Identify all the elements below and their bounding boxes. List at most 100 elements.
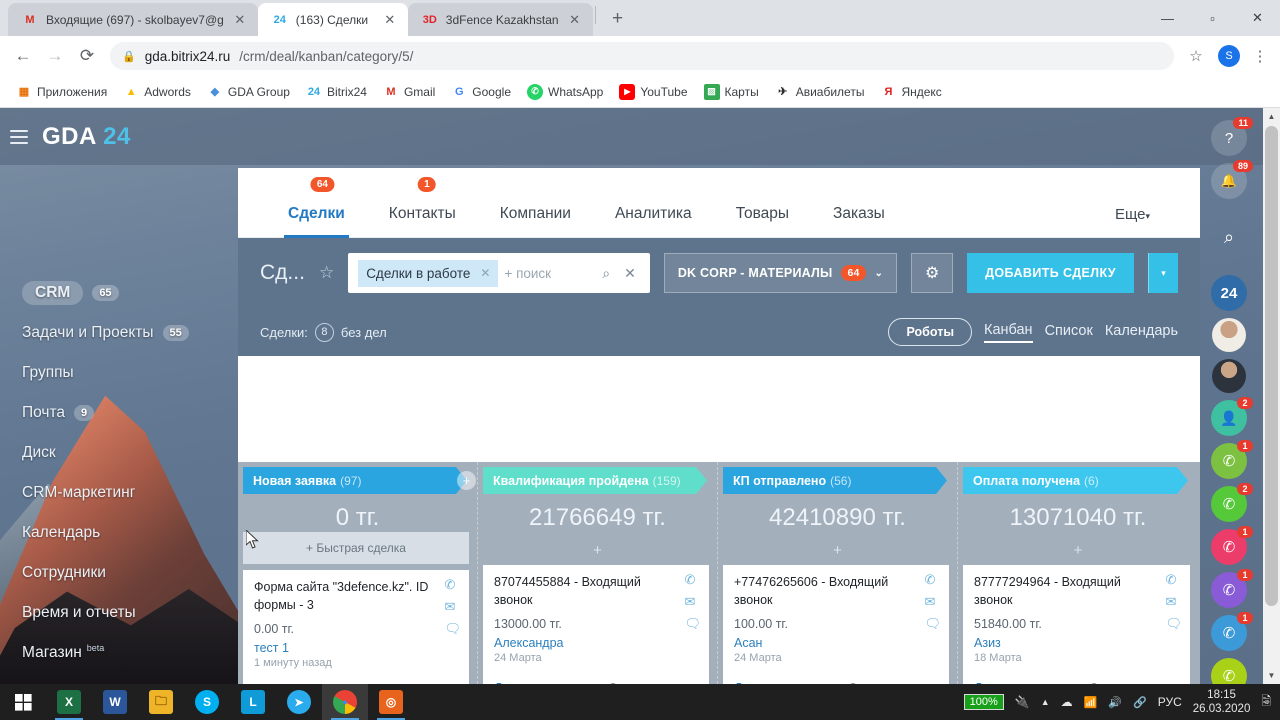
tray-clock[interactable]: 18:15 26.03.2020	[1193, 688, 1251, 717]
scroll-down-arrow-icon[interactable]: ▼	[1263, 667, 1280, 684]
close-icon[interactable]: ✕	[232, 12, 248, 28]
add-deal-dropdown-icon[interactable]: ▾	[1148, 253, 1178, 293]
bookmark-maps[interactable]: ▨ Карты	[698, 81, 765, 103]
tab-deals[interactable]: 64 Сделки	[266, 177, 367, 238]
taskbar-telegram[interactable]: ➤	[276, 684, 322, 720]
windows-start-icon[interactable]	[0, 684, 46, 720]
taskbar-screen-recorder[interactable]: ◎	[368, 684, 414, 720]
email-icon[interactable]: ✉	[444, 600, 461, 613]
phone-icon[interactable]: ✆	[684, 573, 701, 586]
contact-avatar-2[interactable]	[1212, 359, 1246, 393]
tab-companies[interactable]: Компании	[478, 205, 593, 237]
deal-card[interactable]: ✆ ✉ 🗨 87074455884 - Входящий звонок 1300…	[483, 565, 709, 684]
maximize-button[interactable]: ▫	[1190, 0, 1235, 36]
robots-button[interactable]: Роботы	[888, 318, 972, 346]
minimize-button[interactable]: —	[1145, 0, 1190, 36]
phone-icon[interactable]: ✆	[924, 573, 941, 586]
call-icon-3[interactable]: ✆ 1	[1211, 526, 1253, 565]
filter-chip[interactable]: Сделки в работе ✕	[358, 259, 499, 287]
tab-analytics[interactable]: Аналитика	[593, 205, 714, 237]
sidebar-item-crm-marketing[interactable]: CRM-маркетинг	[0, 473, 238, 513]
bookmark-aviabilety[interactable]: ✈ Авиабилеты	[769, 81, 871, 103]
comment-icon[interactable]: 🗨	[924, 617, 941, 630]
sidebar-item-shop[interactable]: Магазин beta	[0, 633, 238, 673]
deal-card[interactable]: ✆ ✉ 🗨 87777294964 - Входящий звонок 5184…	[963, 565, 1190, 684]
view-calendar[interactable]: Календарь	[1105, 323, 1178, 342]
bookmark-youtube[interactable]: ▶ YouTube	[613, 81, 693, 103]
sidebar-item-time-reports[interactable]: Время и отчеты	[0, 593, 238, 633]
phone-icon[interactable]: ✆	[1165, 573, 1182, 586]
sidebar-item-crm[interactable]: CRM 65	[0, 273, 238, 313]
taskbar-file-explorer[interactable]: 🗀	[138, 684, 184, 720]
scrollbar-thumb[interactable]	[1265, 126, 1278, 606]
email-icon[interactable]: ✉	[684, 595, 701, 608]
deal-card[interactable]: ✆ ✉ 🗨 Форма сайта "3defence.kz". ID форм…	[243, 570, 469, 684]
bookmark-yandex[interactable]: Я Яндекс	[874, 81, 947, 103]
star-icon[interactable]: ☆	[319, 263, 334, 283]
phone-icon[interactable]: ✆	[444, 578, 461, 591]
filter-search-box[interactable]: Сделки в работе ✕ + поиск ⌕ ✕	[348, 253, 650, 293]
search-icon[interactable]: ⌕	[1211, 219, 1247, 255]
call-icon-6[interactable]: ✆	[1211, 658, 1247, 684]
taskbar-excel[interactable]: X	[46, 684, 92, 720]
help-icon[interactable]: ? 11	[1211, 117, 1253, 156]
browser-tab[interactable]: 24 (163) Сделки ✕	[257, 3, 408, 36]
add-stage-icon[interactable]: +	[457, 471, 476, 490]
comment-icon[interactable]: 🗨	[444, 622, 461, 635]
add-card-button[interactable]: +	[958, 532, 1198, 565]
sidebar-item-sites[interactable]: Сайты	[0, 673, 238, 684]
add-card-button[interactable]: +	[718, 532, 957, 565]
close-window-button[interactable]: ✕	[1235, 0, 1280, 36]
deal-card[interactable]: ✆ ✉ 🗨 +77476265606 - Входящий звонок 100…	[723, 565, 949, 684]
view-list[interactable]: Список	[1045, 323, 1093, 342]
sidebar-item-tasks[interactable]: Задачи и Проекты 55	[0, 313, 238, 353]
column-header[interactable]: Квалификация пройдена (159)	[483, 467, 707, 494]
bookmark-gmail[interactable]: M Gmail	[377, 81, 441, 103]
kebab-menu-icon[interactable]: ⋮	[1248, 42, 1272, 70]
taskbar-chrome[interactable]: ●	[322, 684, 368, 720]
reload-icon[interactable]: ⟳	[72, 41, 102, 71]
sidebar-item-disk[interactable]: Диск	[0, 433, 238, 473]
notifications-bell-icon[interactable]: 🔔 89	[1211, 160, 1253, 199]
bookmark-google[interactable]: G Google	[445, 81, 517, 103]
tab-orders[interactable]: Заказы	[811, 205, 907, 237]
power-plug-icon[interactable]: 🔌	[1015, 695, 1030, 709]
notification-center-icon[interactable]: 🗟	[1261, 692, 1271, 713]
call-icon-5[interactable]: ✆ 1	[1211, 612, 1253, 651]
filter-search-input[interactable]: + поиск	[504, 266, 592, 281]
back-icon[interactable]: ←	[8, 41, 38, 71]
bitrix24-icon[interactable]: 24	[1211, 275, 1247, 311]
scroll-up-arrow-icon[interactable]: ▲	[1263, 108, 1280, 125]
comment-icon[interactable]: 🗨	[684, 617, 701, 630]
taskbar-skype[interactable]: S	[184, 684, 230, 720]
quick-deal-button[interactable]: + Быстрая сделка	[243, 532, 469, 564]
language-indicator[interactable]: РУС	[1158, 695, 1182, 709]
cloud-icon[interactable]: ☁	[1061, 695, 1073, 709]
call-icon-4[interactable]: ✆ 1	[1211, 569, 1253, 608]
forward-icon[interactable]: →	[40, 41, 70, 71]
contact-avatar-1[interactable]	[1212, 318, 1246, 352]
category-selector[interactable]: DK CORP - МАТЕРИАЛЫ 64 ⌄	[663, 253, 898, 293]
new-tab-button[interactable]: +	[604, 5, 632, 33]
column-header[interactable]: КП отправлено (56)	[723, 467, 947, 494]
add-deal-button[interactable]: ДОБАВИТЬ СДЕЛКУ	[967, 253, 1134, 293]
call-icon-2[interactable]: ✆ 2	[1211, 483, 1253, 522]
call-icon-1[interactable]: ✆ 1	[1211, 440, 1253, 479]
view-kanban[interactable]: Канбан	[984, 322, 1033, 343]
browser-tab[interactable]: 3D 3dFence Kazakhstan ✕	[407, 3, 593, 36]
volume-icon[interactable]: 🔊	[1108, 696, 1122, 709]
page-scrollbar[interactable]: ▲ ▼	[1263, 108, 1280, 684]
taskbar-lightshot[interactable]: L	[230, 684, 276, 720]
app-logo[interactable]: GDA 24	[42, 123, 131, 151]
sidebar-item-calendar[interactable]: Календарь	[0, 513, 238, 553]
close-icon[interactable]: ✕	[567, 12, 583, 28]
email-icon[interactable]: ✉	[1165, 595, 1182, 608]
address-bar[interactable]: 🔒 gda.bitrix24.ru/crm/deal/kanban/catego…	[110, 42, 1174, 70]
tab-products[interactable]: Товары	[714, 205, 811, 237]
column-header[interactable]: Новая заявка (97)	[243, 467, 467, 494]
tab-contacts[interactable]: 1 Контакты	[367, 177, 478, 237]
bookmark-star-icon[interactable]: ☆	[1182, 42, 1210, 70]
sidebar-item-employees[interactable]: Сотрудники	[0, 553, 238, 593]
close-icon[interactable]: ✕	[382, 12, 398, 28]
close-icon[interactable]: ✕	[480, 266, 490, 280]
